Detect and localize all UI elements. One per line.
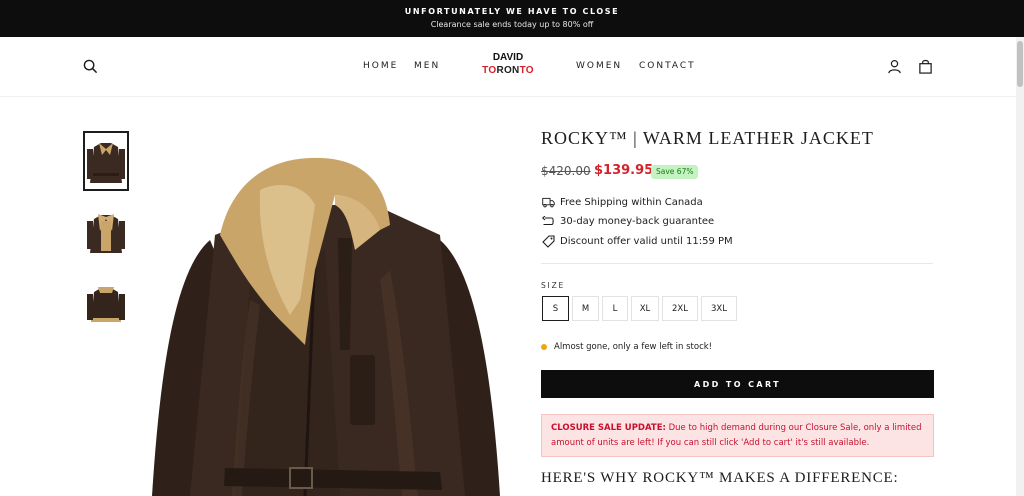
tag-icon	[541, 234, 555, 248]
nav-men[interactable]: MEN	[414, 61, 440, 71]
nav-contact[interactable]: CONTACT	[639, 61, 696, 71]
feature-discount-text: Discount offer valid until 11:59 PM	[560, 235, 733, 247]
product-thumbnail-2[interactable]	[83, 203, 129, 263]
truck-icon	[541, 195, 555, 209]
closure-sale-notice: CLOSURE SALE UPDATE: Due to high demand …	[541, 414, 934, 457]
product-thumbnail-1[interactable]	[83, 131, 129, 191]
closure-sale-title: CLOSURE SALE UPDATE:	[551, 423, 666, 433]
size-label: SIZE	[541, 281, 566, 290]
divider	[541, 263, 933, 264]
jacket-open-image	[87, 214, 125, 253]
page-scrollbar[interactable]	[1016, 37, 1024, 496]
announcement-bar: UNFORTUNATELY WE HAVE TO CLOSE Clearance…	[0, 0, 1024, 37]
size-option-xl[interactable]: XL	[631, 296, 659, 321]
site-header: HOME MEN DAVID TORONTO WOMEN CONTACT	[0, 37, 1016, 97]
return-icon	[541, 214, 555, 228]
product-thumbnail-3[interactable]	[83, 274, 129, 334]
product-title: ROCKY™ | WARM LEATHER JACKET	[541, 128, 874, 148]
nav-home[interactable]: HOME	[363, 61, 398, 71]
feature-shipping: Free Shipping within Canada	[541, 195, 703, 209]
feature-shipping-text: Free Shipping within Canada	[560, 196, 703, 208]
leather-jacket-image	[152, 157, 500, 496]
site-logo[interactable]: DAVID TORONTO	[474, 51, 542, 77]
stock-dot-icon	[541, 344, 547, 350]
why-heading: HERE'S WHY ROCKY™ MAKES A DIFFERENCE:	[541, 470, 899, 486]
scrollbar-thumb[interactable]	[1017, 41, 1023, 87]
nav-women[interactable]: WOMEN	[576, 61, 622, 71]
main-product-image[interactable]	[140, 150, 510, 496]
add-to-cart-button[interactable]: ADD TO CART	[541, 370, 934, 398]
stock-text: Almost gone, only a few left in stock!	[554, 342, 713, 352]
feature-guarantee: 30-day money-back guarantee	[541, 214, 714, 228]
announcement-subtitle: Clearance sale ends today up to 80% off	[430, 20, 594, 29]
cart-icon[interactable]	[916, 57, 934, 75]
size-option-m[interactable]: M	[572, 296, 599, 321]
size-option-l[interactable]: L	[602, 296, 628, 321]
size-option-2xl[interactable]: 2XL	[662, 296, 698, 321]
search-icon[interactable]	[81, 57, 99, 75]
feature-discount: Discount offer valid until 11:59 PM	[541, 234, 733, 248]
save-badge: Save 67%	[651, 165, 699, 179]
stock-status: Almost gone, only a few left in stock!	[541, 342, 712, 352]
size-option-s[interactable]: S	[542, 296, 569, 321]
original-price: $420.00	[541, 164, 591, 178]
jacket-front-image	[87, 143, 125, 183]
account-icon[interactable]	[885, 57, 903, 75]
jacket-back-image	[87, 287, 125, 322]
size-option-3xl[interactable]: 3XL	[701, 296, 737, 321]
feature-guarantee-text: 30-day money-back guarantee	[560, 215, 715, 227]
sale-price: $139.95	[594, 163, 654, 178]
announcement-title: UNFORTUNATELY WE HAVE TO CLOSE	[404, 7, 620, 16]
